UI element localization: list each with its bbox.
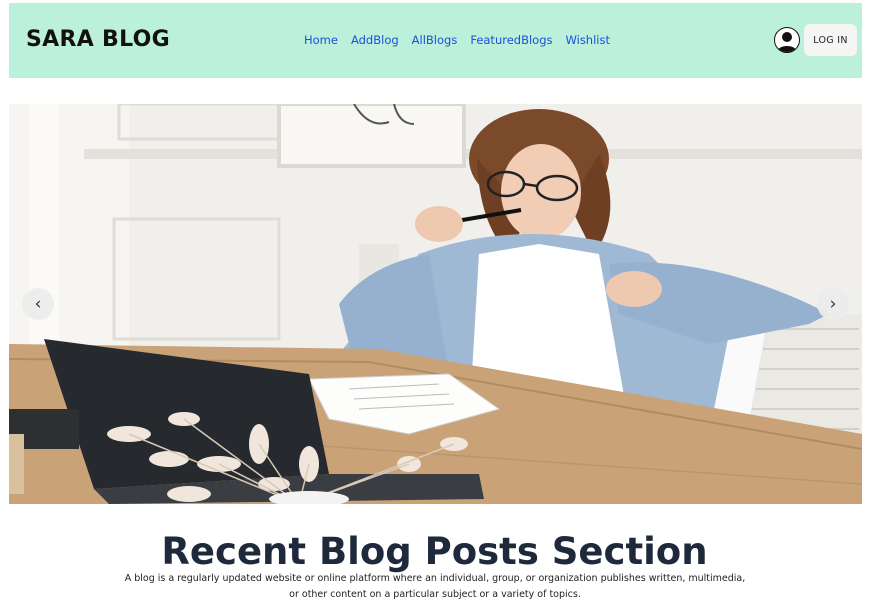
user-avatar-icon[interactable] bbox=[774, 27, 800, 53]
login-button[interactable]: LOG IN bbox=[804, 24, 857, 56]
nav-link-addblog[interactable]: AddBlog bbox=[351, 33, 399, 47]
section-title: Recent Blog Posts Section bbox=[161, 530, 708, 573]
section-description: A blog is a regularly updated website or… bbox=[124, 573, 746, 600]
nav-link-featuredblogs[interactable]: FeaturedBlogs bbox=[470, 33, 552, 47]
nav-link-home[interactable]: Home bbox=[304, 33, 338, 47]
carousel-prev-button[interactable]: ‹ bbox=[22, 288, 54, 320]
nav-link-wishlist[interactable]: Wishlist bbox=[566, 33, 610, 47]
carousel-next-button[interactable]: › bbox=[817, 288, 849, 320]
nav-links: Home AddBlog AllBlogs FeaturedBlogs Wish… bbox=[304, 33, 610, 47]
hero-image bbox=[9, 104, 862, 504]
nav-link-allblogs[interactable]: AllBlogs bbox=[412, 33, 458, 47]
navbar: SARA BLOG Home AddBlog AllBlogs Featured… bbox=[9, 3, 862, 78]
hero-carousel: ‹ › bbox=[9, 104, 862, 504]
brand-logo[interactable]: SARA BLOG bbox=[26, 27, 170, 52]
